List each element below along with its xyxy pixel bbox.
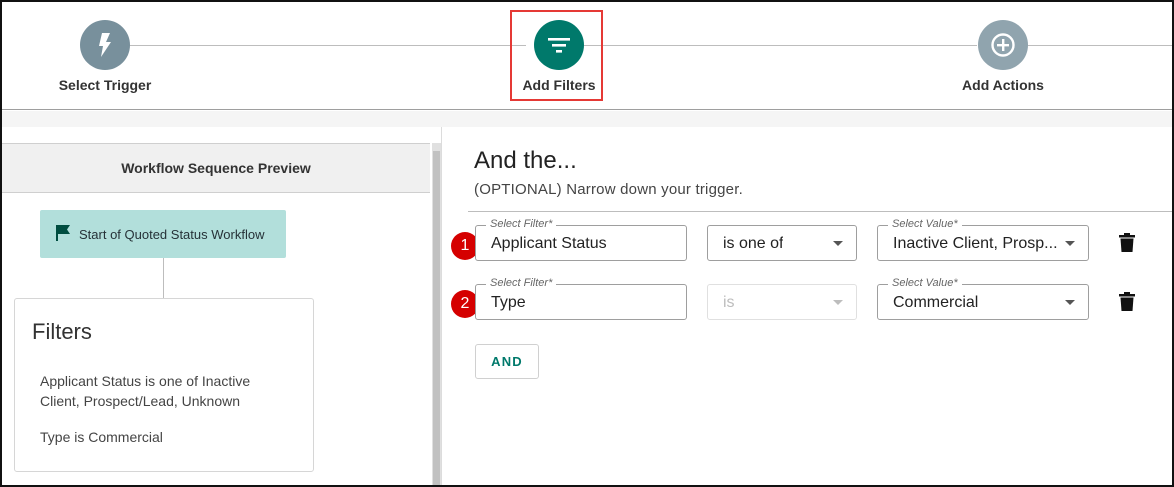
section-gap: [2, 111, 1172, 127]
field-legend: Select Value*: [888, 218, 962, 230]
start-node-label: Start of Quoted Status Workflow: [79, 226, 265, 242]
preview-title: Workflow Sequence Preview: [2, 143, 430, 193]
section-rule: [468, 211, 1172, 212]
field-value: Type: [491, 294, 526, 311]
chevron-down-icon: [833, 241, 843, 246]
operator-value: is one of: [723, 235, 784, 252]
flag-icon: [55, 224, 71, 245]
step-add-actions[interactable]: Add Actions: [933, 20, 1073, 93]
operator-value: is: [723, 294, 735, 311]
start-node[interactable]: Start of Quoted Status Workflow: [40, 210, 286, 258]
filter-summary-line: Type is Commercial: [40, 429, 163, 445]
operator-select[interactable]: is one of: [707, 225, 857, 261]
stepper: Select Trigger Add Filters Add Actions: [2, 2, 1172, 110]
preview-scrollbar[interactable]: [432, 143, 441, 485]
field-legend: Select Value*: [888, 277, 962, 289]
field-value: Inactive Client, Prosp...: [893, 235, 1058, 252]
chevron-down-icon: [1065, 241, 1075, 246]
trash-icon[interactable]: [1119, 233, 1135, 253]
stepper-line: [573, 45, 977, 46]
active-step-highlight: [510, 10, 603, 101]
chevron-down-icon: [1065, 300, 1075, 305]
workflow-preview-pane: Workflow Sequence Preview Start of Quote…: [2, 127, 432, 485]
and-button[interactable]: AND: [475, 344, 539, 379]
section-subtitle: (OPTIONAL) Narrow down your trigger.: [474, 181, 743, 198]
scrollbar-thumb[interactable]: [433, 151, 440, 485]
select-value-field[interactable]: Select Value* Inactive Client, Prosp...: [877, 218, 1089, 261]
plus-circle-icon: [978, 20, 1028, 70]
field-value: Commercial: [893, 294, 979, 311]
field-value: Applicant Status: [491, 235, 607, 252]
step-label: Add Actions: [962, 77, 1044, 93]
lightning-bolt-icon: [80, 20, 130, 70]
select-value-field[interactable]: Select Value* Commercial: [877, 277, 1089, 320]
stepper-line: [119, 45, 526, 46]
connector-line: [163, 258, 164, 298]
filters-card[interactable]: Filters Applicant Status is one of Inact…: [14, 298, 314, 472]
section-title: And the...: [474, 147, 577, 174]
step-label: Select Trigger: [58, 77, 152, 93]
chevron-down-icon: [833, 300, 843, 305]
select-filter-field[interactable]: Select Filter* Applicant Status: [475, 218, 687, 261]
trash-icon[interactable]: [1119, 292, 1135, 312]
field-legend: Select Filter*: [486, 218, 557, 230]
select-filter-field[interactable]: Select Filter* Type: [475, 277, 687, 320]
field-legend: Select Filter*: [486, 277, 557, 289]
step-select-trigger[interactable]: Select Trigger: [35, 20, 175, 93]
workflow-editor: Select Trigger Add Filters Add Actions W…: [0, 0, 1174, 487]
filter-editor-pane: And the... (OPTIONAL) Narrow down your t…: [442, 127, 1172, 485]
filter-summary-line: Applicant Status is one of Inactive Clie…: [40, 373, 251, 409]
filters-card-title: Filters: [32, 319, 92, 344]
operator-select: is: [707, 284, 857, 320]
